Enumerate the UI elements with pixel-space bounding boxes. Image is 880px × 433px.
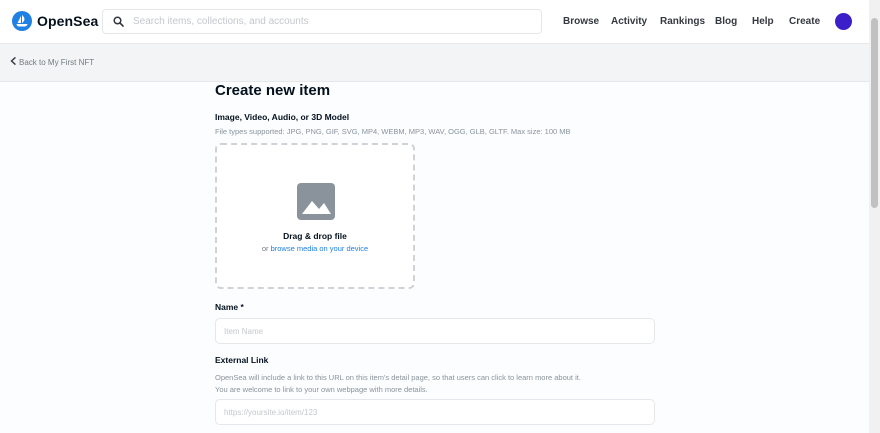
external-link-field[interactable]: [215, 399, 655, 425]
page-title: Create new item: [215, 82, 331, 99]
external-link-hint-2: You are welcome to link to your own webp…: [215, 385, 428, 394]
name-input[interactable]: [216, 319, 654, 343]
external-link-input[interactable]: [216, 400, 654, 424]
image-placeholder-icon: [297, 183, 335, 220]
browse-media-link[interactable]: browse media on your device: [271, 244, 369, 253]
nav-rankings[interactable]: Rankings: [660, 16, 705, 27]
scrollbar[interactable]: [869, 0, 880, 433]
name-field[interactable]: [215, 318, 655, 344]
subheader-bar: Back to My First NFT: [0, 44, 869, 82]
search-input[interactable]: [133, 16, 533, 27]
opensea-logo[interactable]: OpenSea: [12, 11, 98, 31]
drag-drop-subtitle: or browse media on your device: [217, 244, 413, 253]
drag-drop-title: Drag & drop file: [283, 231, 347, 241]
brand-name: OpenSea: [37, 13, 99, 29]
chevron-left-icon: [10, 57, 16, 67]
avatar[interactable]: [835, 13, 852, 30]
top-navbar: OpenSea Browse Activity Rankings Blog He…: [0, 0, 880, 44]
media-hint: File types supported: JPG, PNG, GIF, SVG…: [215, 127, 571, 136]
media-dropzone[interactable]: Drag & drop file or browse media on your…: [215, 143, 415, 289]
nav-create[interactable]: Create: [789, 16, 820, 27]
nav-help[interactable]: Help: [752, 16, 774, 27]
scrollbar-thumb[interactable]: [871, 18, 878, 208]
media-label: Image, Video, Audio, or 3D Model: [215, 112, 350, 122]
search-icon: [103, 16, 133, 27]
back-link-label: Back to My First NFT: [19, 57, 95, 67]
back-link[interactable]: Back to My First NFT: [10, 57, 94, 67]
external-link-label: External Link: [215, 355, 269, 365]
nav-blog[interactable]: Blog: [715, 16, 737, 27]
opensea-logo-icon: [12, 11, 32, 31]
nav-activity[interactable]: Activity: [611, 16, 647, 27]
drag-or-text: or: [261, 244, 269, 253]
name-label: Name *: [215, 302, 244, 312]
external-link-hint-1: OpenSea will include a link to this URL …: [215, 373, 581, 382]
nav-browse[interactable]: Browse: [563, 16, 599, 27]
search-bar[interactable]: [102, 9, 542, 34]
